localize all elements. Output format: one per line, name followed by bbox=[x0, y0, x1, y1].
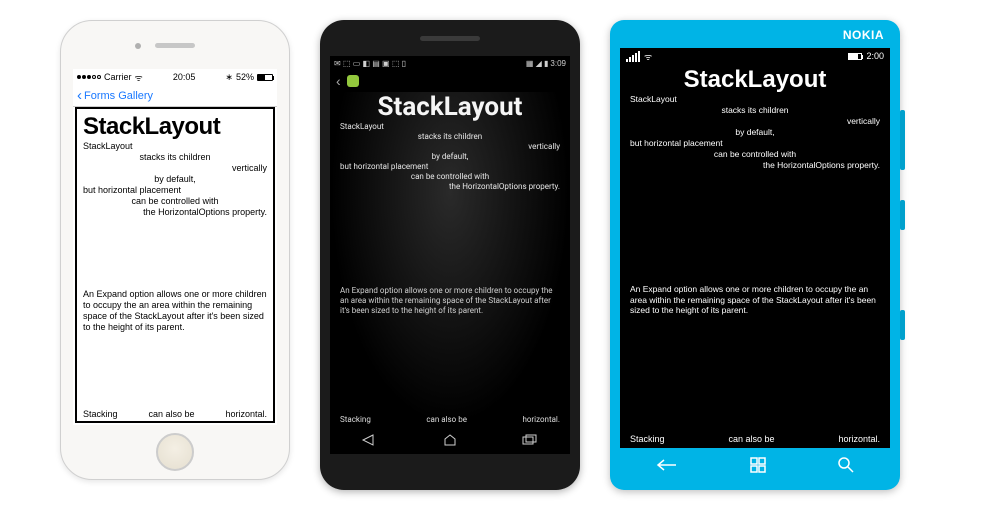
app-icon[interactable] bbox=[347, 75, 359, 87]
volume-buttons[interactable] bbox=[900, 110, 905, 170]
demo-line: vertically bbox=[340, 142, 560, 151]
hstack-item: Stacking bbox=[340, 415, 371, 424]
hstack-item: horizontal. bbox=[838, 434, 880, 444]
iphone-speaker bbox=[155, 43, 195, 48]
android-device-frame: ✉ ⬚ ▭ ◧ ▤ ▣ ⬚ ▯ ▦ ◢ ▮ 3:09 ‹ StackLayout… bbox=[320, 20, 580, 490]
hstack-item: Stacking bbox=[630, 434, 665, 444]
horizontal-stack-row: Stacking can also be horizontal. bbox=[340, 411, 560, 424]
battery-icon bbox=[257, 74, 273, 81]
hstack-item: horizontal. bbox=[225, 409, 267, 419]
demo-line: vertically bbox=[630, 116, 880, 126]
nokia-brand-label: NOKIA bbox=[843, 28, 884, 42]
signal-strength-icon bbox=[77, 75, 101, 79]
demo-line: stacks its children bbox=[83, 152, 267, 162]
ios-status-bar: Carrier ᯤ 20:05 ∗ 52% bbox=[73, 69, 277, 85]
demo-line: by default, bbox=[83, 174, 267, 184]
ios-nav-bar: ‹ Forms Gallery bbox=[73, 85, 277, 107]
page-title: StackLayout bbox=[83, 113, 267, 141]
iphone-device-frame: Carrier ᯤ 20:05 ∗ 52% ‹ Forms Gallery St… bbox=[60, 20, 290, 480]
wp-content-area: StackLayout StackLayout stacks its child… bbox=[620, 64, 890, 448]
ios-content-area: StackLayout StackLayout stacks its child… bbox=[75, 107, 275, 423]
home-button[interactable] bbox=[441, 431, 459, 449]
back-button-label[interactable]: Forms Gallery bbox=[84, 90, 153, 102]
clock: 3:09 bbox=[550, 59, 566, 68]
battery-icon bbox=[848, 53, 862, 60]
demo-lines: StackLayout stacks its children vertical… bbox=[630, 94, 880, 170]
demo-line: by default, bbox=[630, 127, 880, 137]
demo-line: can be controlled with bbox=[340, 172, 560, 181]
demo-lines: StackLayout stacks its children vertical… bbox=[83, 141, 267, 217]
power-button[interactable] bbox=[900, 200, 905, 230]
demo-line: can be controlled with bbox=[83, 196, 267, 206]
demo-line: the HorizontalOptions property. bbox=[340, 182, 560, 191]
hstack-item: Stacking bbox=[83, 409, 118, 419]
wp-screen: ᯤ 2:00 StackLayout StackLayout stacks it… bbox=[620, 48, 890, 448]
expand-paragraph: An Expand option allows one or more chil… bbox=[340, 286, 560, 316]
back-chevron-icon[interactable]: ‹ bbox=[336, 73, 341, 89]
android-screen: ✉ ⬚ ▭ ◧ ▤ ▣ ⬚ ▯ ▦ ◢ ▮ 3:09 ‹ StackLayout… bbox=[330, 56, 570, 454]
demo-line: the HorizontalOptions property. bbox=[630, 160, 880, 170]
status-icons: ▦ ◢ ▮ bbox=[526, 59, 549, 68]
demo-line: StackLayout bbox=[83, 141, 267, 151]
demo-line: but horizontal placement bbox=[630, 138, 880, 148]
notification-icons: ✉ ⬚ ▭ ◧ ▤ ▣ ⬚ ▯ bbox=[334, 59, 406, 68]
wp-softkeys bbox=[620, 452, 890, 482]
demo-line: by default, bbox=[340, 152, 560, 161]
windows-phone-device-frame: NOKIA ᯤ 2:00 StackLayout StackLayout sta… bbox=[610, 20, 900, 490]
wifi-icon: ᯤ bbox=[135, 71, 143, 84]
hstack-item: can also be bbox=[148, 409, 194, 419]
android-status-bar: ✉ ⬚ ▭ ◧ ▤ ▣ ⬚ ▯ ▦ ◢ ▮ 3:09 bbox=[330, 56, 570, 70]
back-chevron-icon[interactable]: ‹ bbox=[77, 88, 82, 103]
hstack-item: can also be bbox=[728, 434, 774, 444]
back-button[interactable] bbox=[656, 458, 678, 477]
expand-paragraph: An Expand option allows one or more chil… bbox=[83, 289, 267, 334]
demo-line: stacks its children bbox=[340, 132, 560, 141]
iphone-camera bbox=[135, 43, 141, 49]
wp-status-bar: ᯤ 2:00 bbox=[620, 48, 890, 64]
start-button[interactable] bbox=[750, 457, 766, 478]
demo-line: StackLayout bbox=[340, 122, 560, 131]
android-action-bar: ‹ bbox=[330, 70, 570, 92]
demo-lines: StackLayout stacks its children vertical… bbox=[340, 122, 560, 191]
iphone-screen: Carrier ᯤ 20:05 ∗ 52% ‹ Forms Gallery St… bbox=[73, 69, 277, 425]
wifi-icon: ᯤ bbox=[644, 50, 652, 63]
demo-line: stacks its children bbox=[630, 105, 880, 115]
demo-line: StackLayout bbox=[630, 94, 880, 104]
page-title: StackLayout bbox=[340, 92, 560, 122]
demo-line: the HorizontalOptions property. bbox=[83, 207, 267, 217]
demo-line: but horizontal placement bbox=[340, 162, 560, 171]
expand-paragraph: An Expand option allows one or more chil… bbox=[630, 284, 880, 316]
android-softkeys bbox=[330, 426, 570, 454]
demo-line: vertically bbox=[83, 163, 267, 173]
android-content-area: StackLayout StackLayout stacks its child… bbox=[330, 92, 570, 426]
signal-strength-icon bbox=[626, 51, 640, 62]
search-button[interactable] bbox=[838, 457, 854, 478]
camera-button[interactable] bbox=[900, 310, 905, 340]
clock: 20:05 bbox=[173, 72, 196, 82]
hstack-item: horizontal. bbox=[522, 415, 560, 424]
back-button[interactable] bbox=[361, 431, 379, 449]
carrier-label: Carrier bbox=[104, 72, 132, 82]
demo-line: but horizontal placement bbox=[83, 185, 267, 195]
battery-pct: 52% bbox=[236, 72, 254, 82]
bluetooth-icon: ∗ bbox=[225, 72, 233, 83]
demo-line: can be controlled with bbox=[630, 149, 880, 159]
recent-apps-button[interactable] bbox=[521, 431, 539, 449]
clock: 2:00 bbox=[866, 51, 884, 61]
android-speaker bbox=[420, 36, 480, 41]
iphone-home-button[interactable] bbox=[156, 433, 194, 471]
page-title: StackLayout bbox=[630, 66, 880, 94]
hstack-item: can also be bbox=[426, 415, 467, 424]
horizontal-stack-row: Stacking can also be horizontal. bbox=[83, 405, 267, 419]
horizontal-stack-row: Stacking can also be horizontal. bbox=[630, 430, 880, 444]
